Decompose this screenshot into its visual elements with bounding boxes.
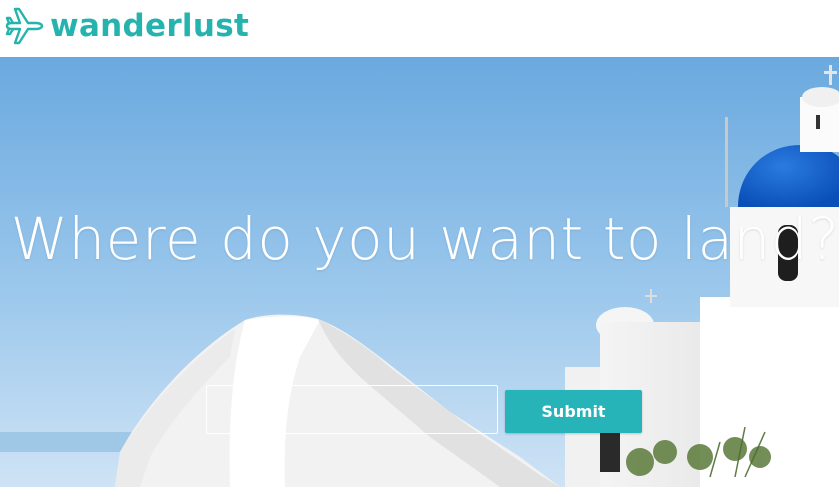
hero-headline: Where do you want to land?: [10, 205, 839, 273]
submit-button[interactable]: Submit: [505, 390, 642, 433]
hero-section: Where do you want to land? Submit: [0, 57, 839, 487]
airplane-icon: [5, 7, 44, 45]
brand-name: wanderlust: [50, 8, 250, 44]
site-header: wanderlust: [0, 0, 839, 57]
destination-input[interactable]: [206, 385, 498, 434]
logo[interactable]: wanderlust: [4, 6, 249, 46]
